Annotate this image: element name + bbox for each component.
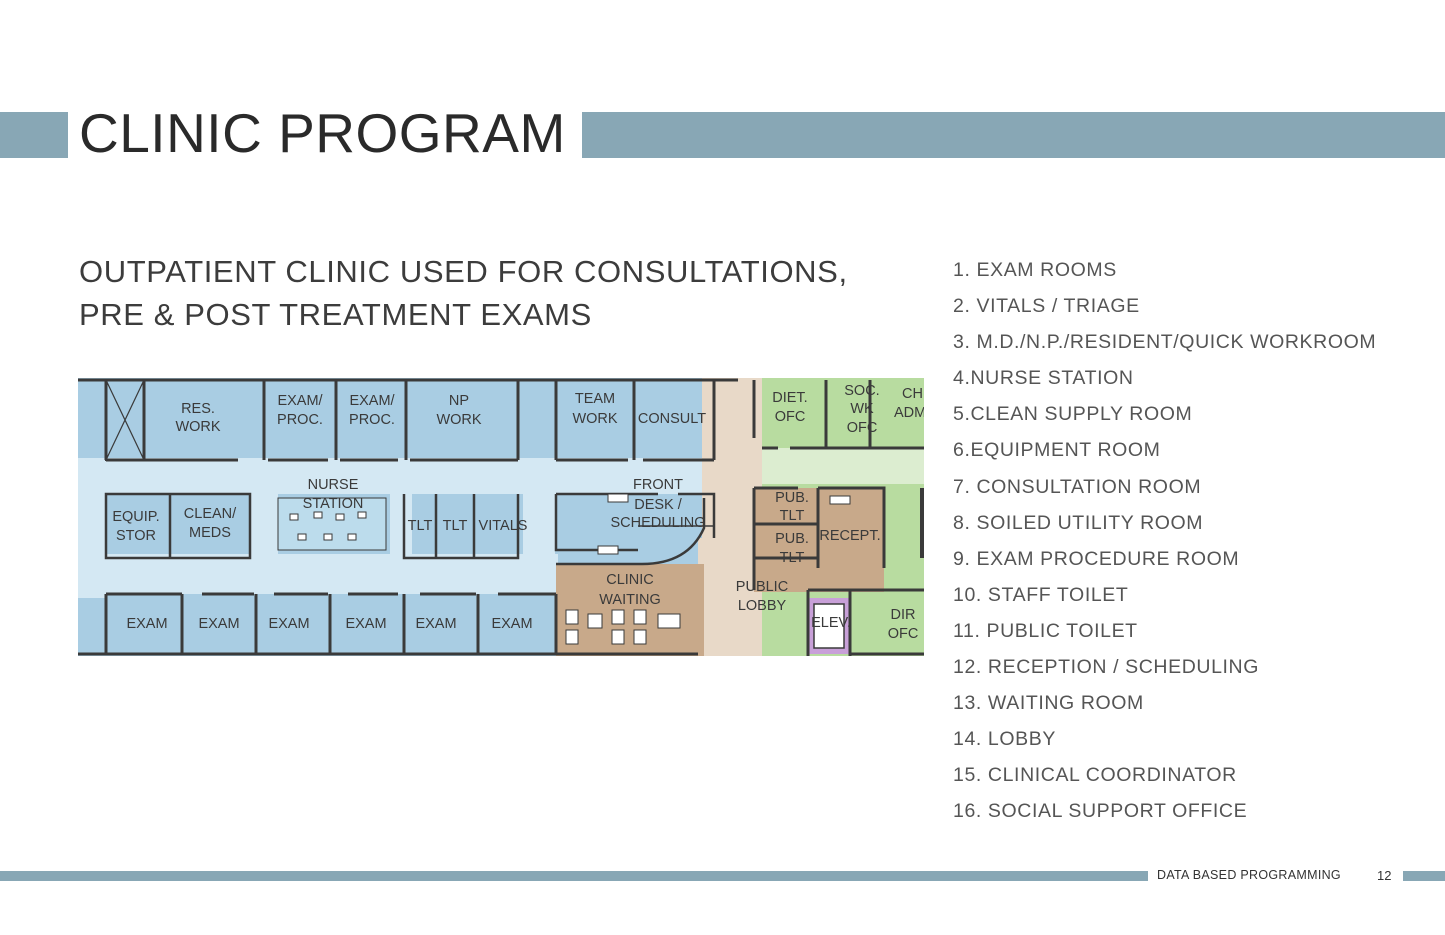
page-title: CLINIC PROGRAM <box>79 102 566 164</box>
room-tlt-2: TLT <box>443 518 468 534</box>
program-item: 3. M.D./N.P./RESIDENT/QUICK WORKROOM <box>953 331 1377 354</box>
program-item: 4.NURSE STATION <box>953 367 1134 390</box>
program-item: 8. SOILED UTILITY ROOM <box>953 511 1204 534</box>
program-item: 1. EXAM ROOMS <box>953 259 1117 281</box>
program-item: 2. VITALS / TRIAGE <box>953 295 1140 318</box>
program-item: 13. WAITING ROOM <box>953 692 1144 715</box>
header-band-right <box>582 112 1445 158</box>
program-item: 14. LOBBY <box>953 728 1056 751</box>
intro-line-1: OUTPATIENT CLINIC USED FOR CONSULTATIONS… <box>79 254 848 289</box>
corridor-left <box>78 490 106 598</box>
room-vitals: VITALS <box>479 518 528 534</box>
corridor-mid <box>250 490 278 558</box>
room-tlt-1: TLT <box>408 518 433 534</box>
page-number: 12 <box>1377 868 1392 883</box>
corridor-lower <box>78 554 558 594</box>
room-elev: ELEV. <box>811 615 851 631</box>
header-band-left <box>0 112 68 158</box>
program-item: 5.CLEAN SUPPLY ROOM <box>953 403 1193 426</box>
footer-label: DATA BASED PROGRAMMING <box>1157 868 1341 882</box>
room-exam-4: EXAM <box>345 616 386 632</box>
corridor-right <box>523 490 555 558</box>
program-item: 10. STAFF TOILET <box>953 583 1129 606</box>
program-list: 1. EXAM ROOMS 2. VITALS / TRIAGE 3. M.D.… <box>953 252 1376 830</box>
room-consult: CONSULT <box>638 411 706 427</box>
room-exam-6: EXAM <box>491 616 532 632</box>
room-recept: RECEPT. <box>819 528 880 544</box>
admin-corridor <box>762 448 924 484</box>
room-exam-3: EXAM <box>268 616 309 632</box>
program-item: 15. CLINICAL COORDINATOR <box>953 764 1237 787</box>
room-exam-5: EXAM <box>415 616 456 632</box>
program-item: 9. EXAM PROCEDURE ROOM <box>953 547 1240 570</box>
program-item: 11. PUBLIC TOILET <box>953 619 1138 642</box>
footer-band-left <box>0 871 1148 881</box>
program-item: 6.EQUIPMENT ROOM <box>953 439 1161 462</box>
program-item: 16. SOCIAL SUPPORT OFFICE <box>953 800 1248 823</box>
intro-line-2: PRE & POST TREATMENT EXAMS <box>79 297 592 332</box>
clinic-floor-plan: RES. WORK EXAM/PROC. EXAM/PROC. NP WORK TE… <box>78 378 924 656</box>
room-exam-2: EXAM <box>198 616 239 632</box>
corridor-upper <box>78 458 702 494</box>
program-item: 12. RECEPTION / SCHEDULING <box>953 656 1259 679</box>
intro-text: OUTPATIENT CLINIC USED FOR CONSULTATIONS… <box>79 250 848 336</box>
room-exam-1: EXAM <box>126 616 167 632</box>
program-item: 7. CONSULTATION ROOM <box>953 475 1202 498</box>
footer-band-right <box>1403 871 1445 881</box>
